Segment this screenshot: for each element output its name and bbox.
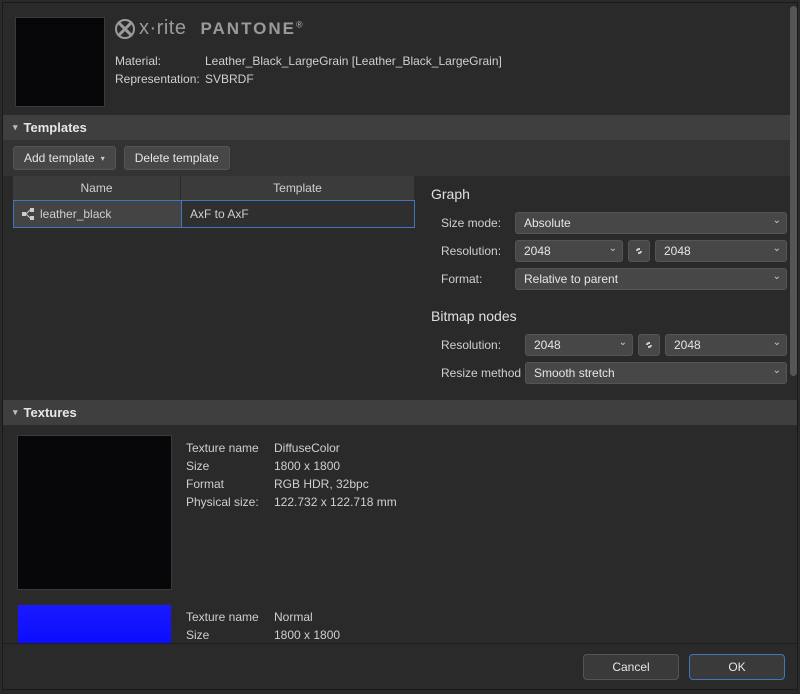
graph-res-width-select[interactable]: 2048 xyxy=(515,240,623,262)
templates-title: Templates xyxy=(24,120,87,135)
scroll-area[interactable]: x·rite PANTONE® Material: Leather_Black_… xyxy=(3,3,797,643)
resize-method-label: Resize method xyxy=(431,366,525,380)
format-select[interactable]: Relative to parent xyxy=(515,268,787,290)
texture-name: DiffuseColor xyxy=(274,441,340,455)
table-header: Name Template xyxy=(13,176,415,200)
size-mode-label: Size mode: xyxy=(431,216,515,230)
material-thumbnail xyxy=(15,17,105,107)
texture-item: Texture nameDiffuseColor Size1800 x 1800… xyxy=(17,435,783,590)
cell-template[interactable]: AxF to AxF xyxy=(182,201,414,227)
texture-info: Texture nameDiffuseColor Size1800 x 1800… xyxy=(186,441,397,590)
table-row[interactable]: leather_black AxF to AxF xyxy=(13,200,415,228)
format-label: Format: xyxy=(431,272,515,286)
textures-section-header[interactable]: ▾ Textures xyxy=(3,400,797,425)
graph-resolution-row: Resolution: 2048 2048 xyxy=(431,240,787,262)
settings-panel: Graph Size mode: Absolute Resolution: 20… xyxy=(431,176,787,390)
graph-res-link-button[interactable] xyxy=(628,240,650,262)
size-mode-row: Size mode: Absolute xyxy=(431,212,787,234)
textures-title: Textures xyxy=(24,405,77,420)
node-icon xyxy=(22,208,34,220)
texture-info: Texture nameNormal Size1800 x 1800 Forma… xyxy=(186,610,397,643)
texture-item: Texture nameNormal Size1800 x 1800 Forma… xyxy=(17,604,783,643)
resize-method-select[interactable]: Smooth stretch xyxy=(525,362,787,384)
dialog-footer: Cancel OK xyxy=(3,643,797,689)
texture-size: 1800 x 1800 xyxy=(274,459,340,473)
material-label: Material: xyxy=(115,54,205,68)
xrite-logo: x·rite xyxy=(115,17,186,40)
ok-button[interactable]: OK xyxy=(689,654,785,680)
bitmap-resolution-label: Resolution: xyxy=(431,338,525,352)
cell-name[interactable]: leather_black xyxy=(14,201,182,227)
texture-thumbnail xyxy=(17,435,172,590)
bitmap-resolution-row: Resolution: 2048 2048 xyxy=(431,334,787,356)
material-dialog: x·rite PANTONE® Material: Leather_Black_… xyxy=(2,2,798,690)
material-header: x·rite PANTONE® Material: Leather_Black_… xyxy=(3,3,797,115)
chevron-down-icon: ▾ xyxy=(101,154,105,163)
template-table: Name Template leather_black AxF to AxF xyxy=(13,176,415,390)
templates-toolbar: Add template ▾ Delete template xyxy=(3,140,797,176)
graph-resolution-label: Resolution: xyxy=(431,244,515,258)
link-icon xyxy=(633,245,645,257)
material-value: Leather_Black_LargeGrain [Leather_Black_… xyxy=(205,54,502,68)
xrite-text: x·rite xyxy=(139,17,186,40)
pantone-logo: PANTONE® xyxy=(200,19,304,39)
bitmap-res-height-select[interactable]: 2048 xyxy=(665,334,787,356)
templates-section-header[interactable]: ▾ Templates xyxy=(3,115,797,140)
delete-template-button[interactable]: Delete template xyxy=(124,146,230,170)
material-info: x·rite PANTONE® Material: Leather_Black_… xyxy=(115,17,787,107)
bitmap-res-width-select[interactable]: 2048 xyxy=(525,334,633,356)
graph-res-height-select[interactable]: 2048 xyxy=(655,240,787,262)
graph-title: Graph xyxy=(431,186,787,202)
col-header-template[interactable]: Template xyxy=(181,176,415,200)
size-mode-select[interactable]: Absolute xyxy=(515,212,787,234)
format-row: Format: Relative to parent xyxy=(431,268,787,290)
representation-value: SVBRDF xyxy=(205,72,254,86)
texture-name: Normal xyxy=(274,610,313,624)
bitmap-res-link-button[interactable] xyxy=(638,334,660,356)
add-template-button[interactable]: Add template ▾ xyxy=(13,146,116,170)
vertical-scrollbar[interactable] xyxy=(790,6,797,376)
link-icon xyxy=(643,339,655,351)
bitmap-title: Bitmap nodes xyxy=(431,308,787,324)
texture-format: RGB HDR, 32bpc xyxy=(274,477,369,491)
texture-phys: 122.732 x 122.718 mm xyxy=(274,495,397,509)
cancel-button[interactable]: Cancel xyxy=(583,654,679,680)
texture-size: 1800 x 1800 xyxy=(274,628,340,642)
textures-list: Texture nameDiffuseColor Size1800 x 1800… xyxy=(3,425,797,643)
representation-label: Representation: xyxy=(115,72,205,86)
xrite-mark-icon xyxy=(115,19,135,39)
templates-body: Name Template leather_black AxF to AxF G… xyxy=(3,176,797,400)
representation-row: Representation: SVBRDF xyxy=(115,72,787,86)
resize-method-row: Resize method Smooth stretch xyxy=(431,362,787,384)
brand-row: x·rite PANTONE® xyxy=(115,17,787,40)
texture-thumbnail xyxy=(17,604,172,643)
chevron-down-icon: ▾ xyxy=(13,407,18,418)
material-name-row: Material: Leather_Black_LargeGrain [Leat… xyxy=(115,54,787,68)
chevron-down-icon: ▾ xyxy=(13,122,18,133)
col-header-name[interactable]: Name xyxy=(13,176,181,200)
